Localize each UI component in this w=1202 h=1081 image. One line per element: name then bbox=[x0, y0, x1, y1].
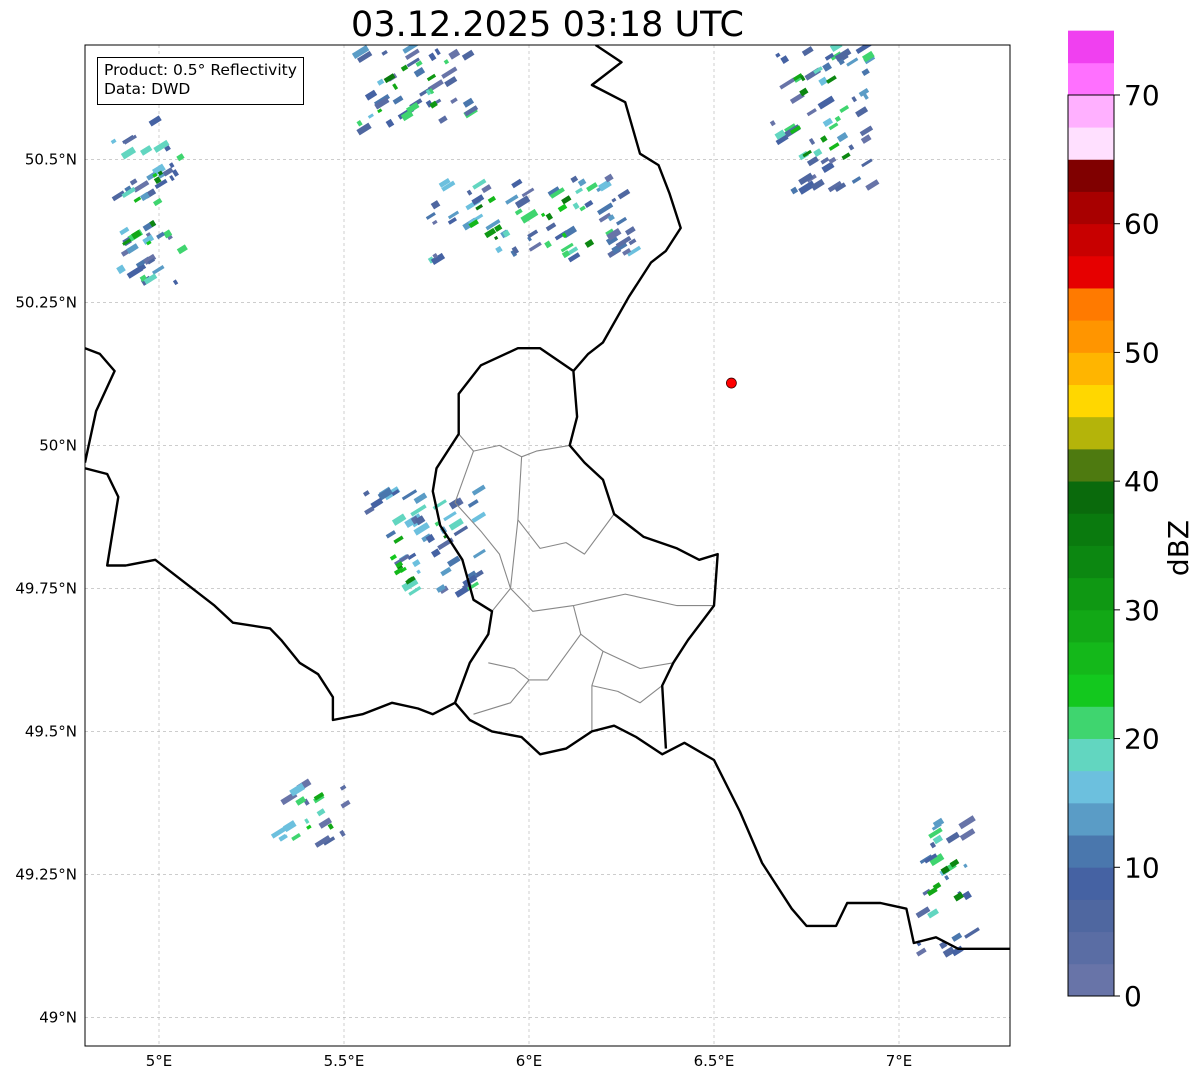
colorbar-segment bbox=[1068, 191, 1114, 225]
colorbar-segment bbox=[1068, 288, 1114, 321]
lon-tick-label: 6°E bbox=[516, 1052, 543, 1070]
colorbar-segment bbox=[1068, 706, 1114, 739]
lon-tick-label: 7°E bbox=[886, 1052, 913, 1070]
lat-tick-label: 50.5°N bbox=[25, 150, 77, 168]
colorbar-segment bbox=[1068, 770, 1114, 804]
latitude-ticks: 49°N 49.25°N 49.5°N 49.75°N 50°N 50.25°N 50.5°… bbox=[15, 150, 77, 1026]
colorbar-segment bbox=[1068, 577, 1114, 611]
colorbar-segment bbox=[1068, 481, 1114, 514]
colorbar-segment bbox=[1068, 255, 1114, 289]
colorbar-ticks: 0 10 20 30 40 50 60 70 bbox=[1114, 79, 1160, 1013]
lat-tick-label: 49.25°N bbox=[15, 865, 77, 883]
colorbar-segment bbox=[1068, 931, 1114, 965]
colorbar-tick-label: 70 bbox=[1124, 79, 1160, 112]
colorbar-segment bbox=[1068, 545, 1114, 579]
colorbar-segment bbox=[1068, 384, 1114, 418]
colorbar-segment bbox=[1068, 95, 1114, 128]
colorbar-segment bbox=[1068, 738, 1114, 772]
colorbar-tick-label: 10 bbox=[1124, 851, 1160, 884]
colorbar-segment bbox=[1068, 30, 1114, 64]
colorbar-segment bbox=[1068, 835, 1114, 868]
colorbar-segment bbox=[1068, 802, 1114, 836]
lat-tick-label: 50°N bbox=[39, 436, 77, 454]
plot-background bbox=[85, 45, 1010, 1046]
colorbar-segment bbox=[1068, 223, 1114, 257]
colorbar-segment bbox=[1068, 320, 1114, 353]
colorbar-segment bbox=[1068, 867, 1114, 900]
colorbar-segment bbox=[1068, 159, 1114, 192]
colorbar-segment bbox=[1068, 609, 1114, 643]
colorbar-tick-label: 50 bbox=[1124, 336, 1160, 369]
lon-tick-label: 5°E bbox=[146, 1052, 173, 1070]
colorbar-segment bbox=[1068, 62, 1114, 96]
colorbar bbox=[1067, 30, 1115, 997]
colorbar-label: dBZ bbox=[1162, 520, 1195, 576]
radar-site-dot bbox=[725, 377, 737, 389]
colorbar-segment bbox=[1068, 899, 1114, 933]
lon-tick-label: 5.5°E bbox=[324, 1052, 365, 1070]
colorbar-tick-label: 30 bbox=[1124, 594, 1160, 627]
colorbar-segment bbox=[1068, 674, 1114, 707]
colorbar-segment bbox=[1068, 963, 1114, 997]
lat-tick-label: 49°N bbox=[39, 1008, 77, 1026]
colorbar-segment bbox=[1068, 448, 1114, 482]
lat-tick-label: 49.75°N bbox=[15, 579, 77, 597]
lat-tick-label: 49.5°N bbox=[25, 722, 77, 740]
longitude-ticks: 5°E 5.5°E 6°E 6.5°E 7°E bbox=[146, 1052, 913, 1070]
data-source-text: Data: DWD bbox=[104, 80, 191, 98]
colorbar-segment bbox=[1068, 416, 1114, 450]
lat-tick-label: 50.25°N bbox=[15, 293, 77, 311]
colorbar-segment bbox=[1068, 127, 1114, 160]
colorbar-tick-label: 0 bbox=[1124, 980, 1142, 1013]
radar-map: 5°E 5.5°E 6°E 6.5°E 7°E 49°N 49.25°N 49.5°N 49.… bbox=[15, 30, 1195, 1070]
colorbar-tick-label: 40 bbox=[1124, 465, 1160, 498]
colorbar-tick-label: 60 bbox=[1124, 208, 1160, 241]
product-info-box: Product: 0.5° Reflectivity Data: DWD bbox=[97, 57, 304, 105]
colorbar-segment bbox=[1068, 642, 1114, 675]
product-text: Product: 0.5° Reflectivity bbox=[104, 61, 297, 79]
colorbar-segment bbox=[1068, 513, 1114, 546]
lon-tick-label: 6.5°E bbox=[694, 1052, 735, 1070]
colorbar-segment bbox=[1068, 352, 1114, 386]
radar-site-marker bbox=[725, 377, 737, 389]
colorbar-tick-label: 20 bbox=[1124, 723, 1160, 756]
